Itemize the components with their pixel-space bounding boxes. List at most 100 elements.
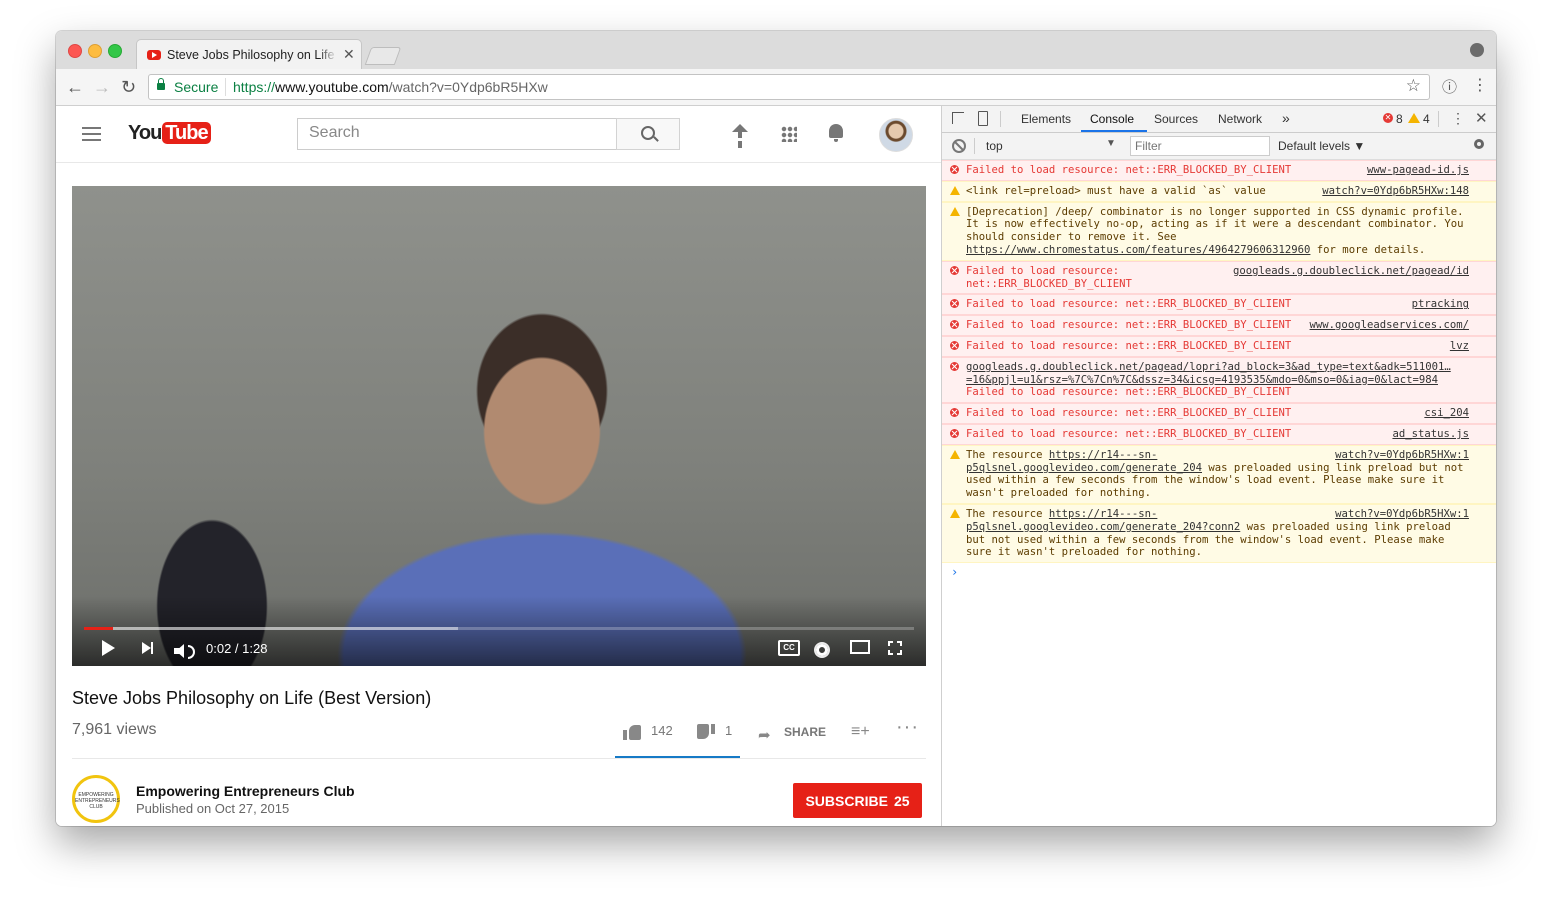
message-source-link[interactable]: watch?v=0Ydp6bR5HXw:148 bbox=[1322, 185, 1469, 198]
fullscreen-icon[interactable] bbox=[888, 641, 902, 655]
back-arrow-icon[interactable]: ← bbox=[66, 77, 84, 98]
info-circle-icon[interactable]: ⓘ bbox=[1442, 76, 1457, 97]
context-dropdown-icon[interactable]: ▼ bbox=[1106, 138, 1116, 149]
url-text: https://www.youtube.com/watch?v=0Ydp6bR5… bbox=[233, 79, 548, 95]
message-source-link[interactable]: googleads.g.doubleclick.net/pagead/id bbox=[1233, 265, 1469, 278]
warning-count[interactable]: 4 bbox=[1423, 112, 1430, 126]
channel-avatar[interactable]: EMPOWERING ENTREPRENEURS CLUB bbox=[72, 775, 120, 823]
console-prompt[interactable]: › bbox=[942, 563, 1496, 579]
warning-icon bbox=[950, 206, 960, 216]
message-source-link[interactable]: ad_status.js bbox=[1392, 428, 1469, 441]
error-icon bbox=[950, 320, 959, 330]
next-video-icon[interactable] bbox=[142, 642, 153, 654]
message-text: Failed to load resource: net::ERR_BLOCKE… bbox=[966, 407, 1292, 420]
profile-icon[interactable] bbox=[1470, 43, 1484, 57]
minimize-window-button[interactable] bbox=[88, 44, 102, 58]
logo-you: You bbox=[128, 122, 162, 144]
browser-toolbar: ← → ↻ Secure https://www.youtube.com/wat… bbox=[56, 69, 1496, 106]
theater-mode-icon[interactable] bbox=[850, 640, 870, 654]
thumbs-up-icon[interactable] bbox=[623, 725, 641, 740]
message-source-link[interactable]: watch?v=0Ydp6bR5HXw:1 bbox=[1335, 449, 1469, 462]
devtools-tabbar: Elements Console Sources Network » ✕ 8 4… bbox=[942, 106, 1496, 133]
console-message-error: www-pagead-id.js Failed to load resource:… bbox=[942, 160, 1496, 181]
browser-tab-active[interactable]: Steve Jobs Philosophy on Life ✕ bbox=[136, 39, 362, 70]
progress-bar[interactable] bbox=[84, 627, 914, 630]
share-button[interactable]: SHARE bbox=[784, 725, 826, 739]
chrome-menu-icon[interactable]: ⋮ bbox=[1472, 75, 1488, 95]
tab-strip: Steve Jobs Philosophy on Life ✕ bbox=[56, 31, 1496, 70]
upload-icon[interactable] bbox=[732, 124, 748, 142]
video-player[interactable]: 0:02 / 1:28 CC bbox=[72, 186, 926, 666]
volume-icon[interactable] bbox=[174, 644, 195, 659]
message-text: [Deprecation] /deep/ combinator is no lo… bbox=[966, 205, 1464, 244]
message-link[interactable]: https://www.chromestatus.com/features/49… bbox=[966, 244, 1310, 256]
url-protocol: https:// bbox=[233, 79, 276, 95]
log-levels-dropdown[interactable]: Default levels ▼ bbox=[1278, 139, 1365, 153]
message-text: The resource bbox=[966, 448, 1049, 461]
youtube-logo[interactable]: You Tube bbox=[128, 122, 211, 145]
video-frame[interactable] bbox=[72, 186, 926, 666]
error-count[interactable]: 8 bbox=[1396, 112, 1403, 126]
play-icon[interactable] bbox=[102, 640, 115, 656]
captions-icon[interactable]: CC bbox=[778, 640, 800, 656]
tab-network[interactable]: Network bbox=[1218, 112, 1262, 126]
devtools-panel: Elements Console Sources Network » ✕ 8 4… bbox=[941, 106, 1496, 826]
message-source-link[interactable]: csi_204 bbox=[1424, 407, 1469, 420]
inspect-element-icon[interactable] bbox=[952, 112, 964, 124]
channel-name[interactable]: Empowering Entrepreneurs Club bbox=[136, 783, 355, 799]
console-message-error: ad_status.js Failed to load resource: net… bbox=[942, 423, 1496, 445]
filter-input[interactable] bbox=[1131, 138, 1269, 154]
warning-badge-icon[interactable] bbox=[1408, 113, 1420, 123]
settings-gear-icon[interactable] bbox=[816, 644, 828, 656]
warning-icon bbox=[950, 508, 960, 518]
message-text: Failed to load resource: net::ERR_BLOCKE… bbox=[966, 386, 1292, 399]
message-source-link[interactable]: www-pagead-id.js bbox=[1367, 164, 1469, 177]
search-button[interactable] bbox=[616, 118, 680, 150]
device-toolbar-icon[interactable] bbox=[978, 111, 988, 126]
url-host: www.youtube.com bbox=[275, 79, 389, 95]
console-message-warning: watch?v=0Ydp6bR5HXw:148 <link rel=preload… bbox=[942, 180, 1496, 202]
new-tab-button[interactable] bbox=[364, 47, 402, 65]
message-source-link[interactable]: www.googleadservices.com/ bbox=[1310, 319, 1469, 332]
lock-icon bbox=[157, 78, 165, 90]
error-badge-icon[interactable]: ✕ bbox=[1383, 113, 1393, 123]
separator bbox=[1000, 111, 1001, 127]
subscribe-button[interactable]: SUBSCRIBE 25 bbox=[793, 783, 922, 818]
dislike-count[interactable]: 1 bbox=[725, 723, 732, 738]
message-text: Failed to load resource: net::ERR_BLOCKE… bbox=[966, 427, 1292, 440]
user-avatar[interactable] bbox=[879, 118, 913, 152]
message-link[interactable]: googleads.g.doubleclick.net/pagead/lopri… bbox=[966, 361, 1451, 386]
bookmark-star-icon[interactable]: ☆ bbox=[1406, 76, 1421, 96]
devtools-close-icon[interactable]: ✕ bbox=[1475, 109, 1488, 127]
console-message-error: csi_204 Failed to load resource: net::ERR… bbox=[942, 403, 1496, 424]
message-source-link[interactable]: ptracking bbox=[1412, 298, 1469, 311]
error-icon bbox=[950, 340, 959, 350]
subscribe-label: SUBSCRIBE bbox=[805, 792, 888, 809]
console-settings-gear-icon[interactable] bbox=[1474, 139, 1484, 149]
apps-grid-icon[interactable] bbox=[781, 126, 797, 142]
tab-close-icon[interactable]: ✕ bbox=[343, 46, 355, 63]
forward-arrow-icon[interactable]: → bbox=[93, 77, 111, 98]
thumbs-down-icon[interactable] bbox=[697, 725, 715, 739]
search-input[interactable] bbox=[298, 119, 609, 147]
like-count[interactable]: 142 bbox=[651, 723, 673, 738]
context-selector[interactable]: top bbox=[986, 139, 1003, 153]
close-window-button[interactable] bbox=[68, 44, 82, 58]
tab-elements[interactable]: Elements bbox=[1021, 112, 1071, 126]
address-bar[interactable]: Secure https://www.youtube.com/watch?v=0… bbox=[148, 74, 1430, 100]
tab-sources[interactable]: Sources bbox=[1154, 112, 1198, 126]
message-source-link[interactable]: lvz bbox=[1450, 340, 1469, 353]
zoom-window-button[interactable] bbox=[108, 44, 122, 58]
devtools-menu-icon[interactable]: ⋮ bbox=[1451, 110, 1465, 127]
message-source-link[interactable]: watch?v=0Ydp6bR5HXw:1 bbox=[1335, 508, 1469, 521]
more-tabs-icon[interactable]: » bbox=[1282, 110, 1290, 126]
clear-console-icon[interactable] bbox=[952, 139, 966, 153]
reload-icon[interactable]: ↻ bbox=[121, 77, 136, 98]
active-tab-indicator bbox=[1081, 130, 1147, 132]
notifications-bell-icon[interactable] bbox=[829, 124, 843, 142]
tab-console[interactable]: Console bbox=[1090, 112, 1134, 126]
more-actions-icon[interactable]: ··· bbox=[896, 716, 919, 739]
add-to-playlist-icon[interactable]: ≡+ bbox=[851, 723, 870, 741]
share-arrow-icon[interactable]: ➦ bbox=[758, 726, 771, 744]
hamburger-menu-icon[interactable] bbox=[82, 127, 101, 141]
